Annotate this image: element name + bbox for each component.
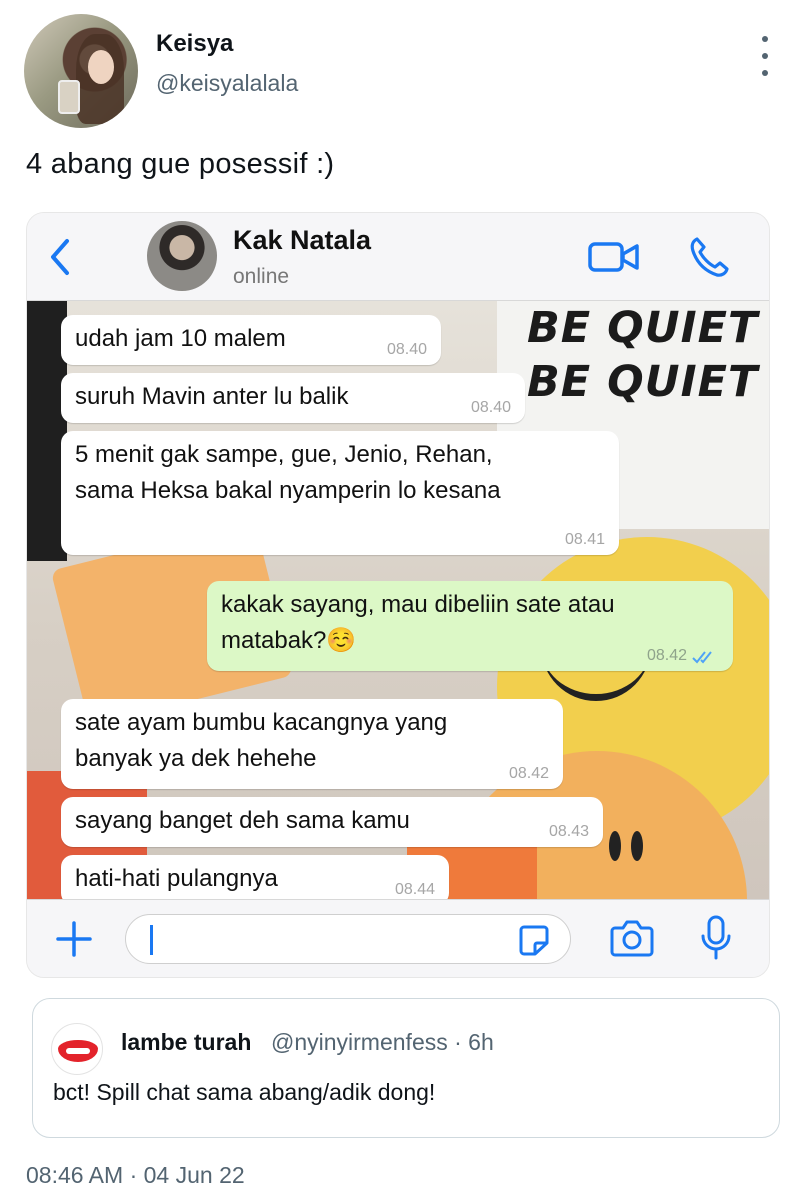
tweet-text: 4 abang gue posessif :) (26, 148, 335, 180)
message-time: 08.43 (548, 823, 589, 840)
text-cursor (150, 925, 153, 955)
message-text: suruh Mavin anter lu balik (75, 383, 349, 410)
microphone-icon[interactable] (699, 914, 733, 962)
background-smiley-eye (631, 831, 643, 861)
quoted-author-name[interactable]: lambe turah (121, 1029, 251, 1056)
message-bubble-incoming[interactable]: sate ayam bumbu kacangnya yang banyak ya… (61, 699, 563, 789)
message-bubble-incoming[interactable]: suruh Mavin anter lu balik 08.40 (61, 373, 525, 423)
message-bubble-incoming[interactable]: sayang banget deh sama kamu 08.43 (61, 797, 603, 847)
sticker-icon[interactable] (518, 923, 550, 957)
message-text: 5 menit gak sampe, gue, Jenio, Rehan, (75, 441, 493, 468)
video-call-icon[interactable] (587, 237, 641, 277)
message-time: 08.42 (646, 647, 687, 664)
background-sign-text: BE QUIET (527, 357, 759, 407)
message-time: 08.44 (394, 881, 435, 898)
message-input[interactable] (125, 914, 571, 964)
message-text: udah jam 10 malem (75, 325, 286, 352)
chat-input-bar (27, 899, 769, 977)
contact-avatar[interactable] (147, 221, 217, 291)
message-text: hati-hati pulangnya (75, 865, 278, 892)
chat-header: Kak Natala online (27, 213, 769, 301)
message-time: 08.40 (470, 399, 511, 416)
quoted-author-handle-time: @nyinyirmenfess · 6h (271, 1029, 494, 1055)
background-sign-text: BE QUIET (527, 303, 759, 353)
back-chevron-icon[interactable] (43, 235, 77, 279)
tweet-header: Keisya @keisyalalala (0, 0, 810, 140)
contact-name[interactable]: Kak Natala (233, 225, 371, 256)
message-bubble-incoming[interactable]: 5 menit gak sampe, gue, Jenio, Rehan, sa… (61, 431, 619, 555)
contact-status: online (233, 265, 290, 288)
message-bubble-outgoing[interactable]: kakak sayang, mau dibeliin sate atau mat… (207, 581, 733, 671)
message-text: kakak sayang, mau dibeliin sate atau (221, 591, 615, 618)
message-text: sayang banget deh sama kamu (75, 807, 410, 834)
more-dot (762, 53, 768, 59)
more-dot (762, 70, 768, 76)
message-text: matabak?☺️ (221, 627, 357, 654)
message-bubble-incoming[interactable]: hati-hati pulangnya 08.44 (61, 855, 449, 899)
tweet-timestamp[interactable]: 08:46 AM · 04 Jun 22 (26, 1162, 245, 1189)
avatar-face (88, 50, 114, 84)
plus-icon[interactable] (55, 920, 93, 958)
message-text: sate ayam bumbu kacangnya yang (75, 709, 448, 736)
message-time: 08.41 (564, 531, 605, 548)
more-options-icon[interactable] (752, 36, 778, 76)
quoted-tweet-card[interactable]: lambe turah @nyinyirmenfess · 6h bct! Sp… (32, 998, 780, 1138)
quoted-tweet-text: bct! Spill chat sama abang/adik dong! (53, 1079, 436, 1105)
double-check-icon (692, 651, 712, 664)
chat-area[interactable]: BE QUIET BE QUIET udah jam 10 malem 08.4… (27, 301, 769, 899)
tweet-media-image[interactable]: Kak Natala online BE QUIET BE QUIET udah… (26, 212, 770, 978)
camera-icon[interactable] (609, 918, 655, 958)
author-avatar[interactable] (24, 14, 138, 128)
author-display-name[interactable]: Keisya (156, 30, 233, 58)
message-time: 08.42 (508, 765, 549, 782)
background-smiley-eye (609, 831, 621, 861)
message-text: sama Heksa bakal nyamperin lo kesana (75, 477, 501, 504)
more-dot (762, 36, 768, 42)
quoted-author-avatar[interactable] (51, 1023, 103, 1075)
message-time: 08.40 (386, 341, 427, 358)
avatar-cup (58, 80, 80, 114)
lips-logo-teeth (66, 1048, 90, 1054)
voice-call-icon[interactable] (687, 235, 731, 279)
message-bubble-incoming[interactable]: udah jam 10 malem 08.40 (61, 315, 441, 365)
message-text: banyak ya dek hehehe (75, 745, 317, 772)
author-handle[interactable]: @keisyalalala (156, 70, 298, 97)
